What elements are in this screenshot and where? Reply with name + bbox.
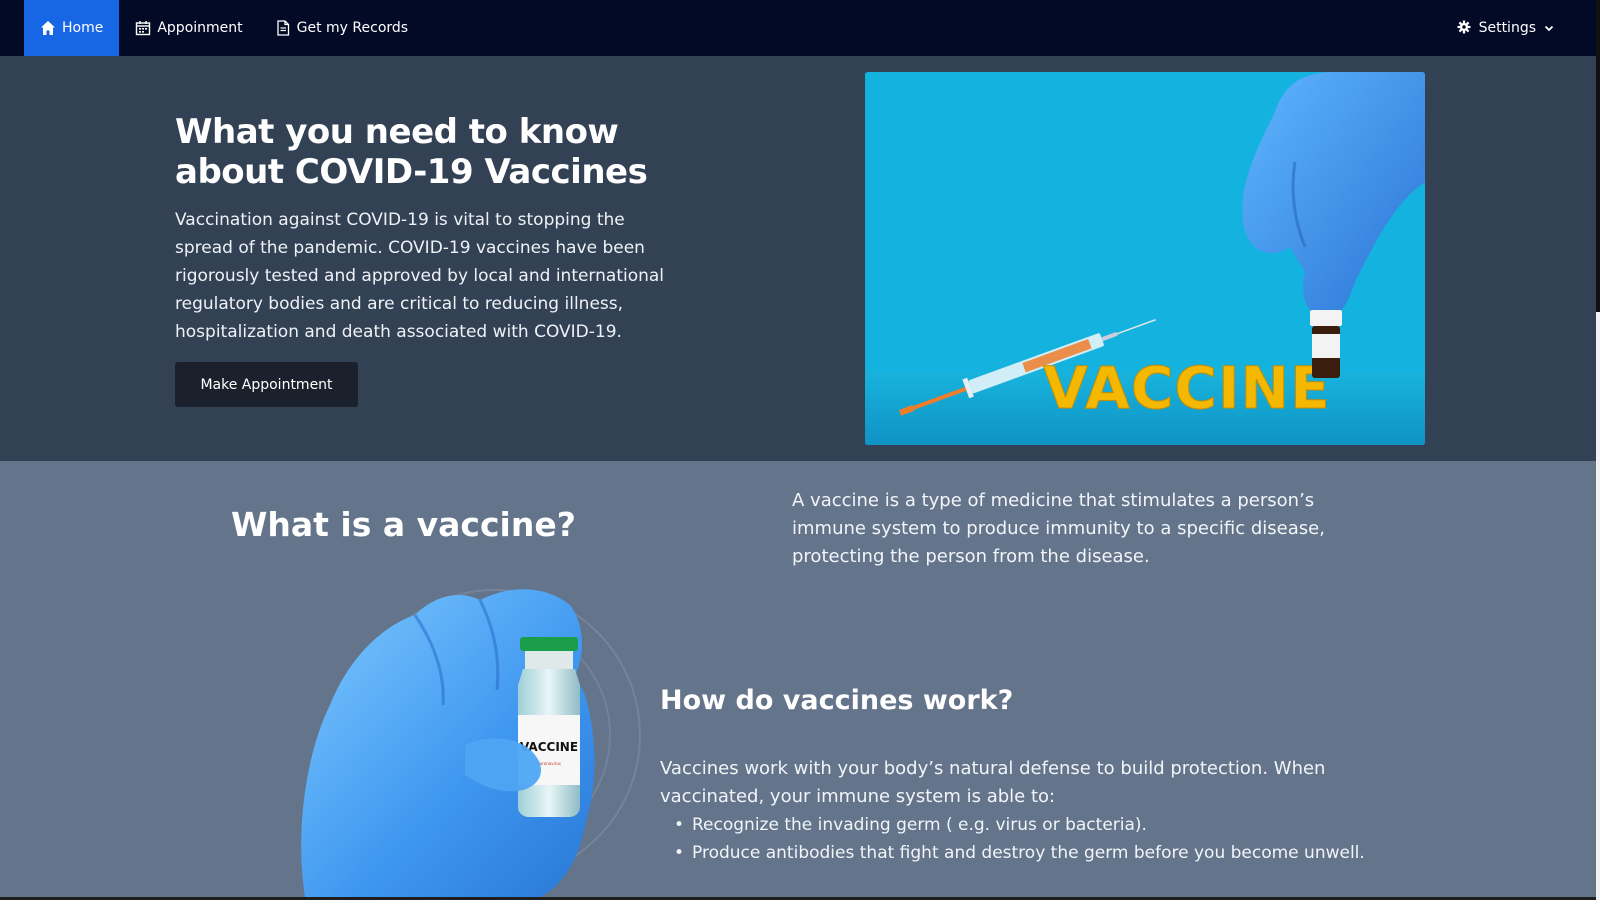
list-item: Recognize the invading germ ( e.g. virus… bbox=[660, 811, 1380, 839]
nav-appointment-label: Appoinment bbox=[157, 20, 243, 36]
home-icon bbox=[40, 20, 56, 36]
document-icon bbox=[275, 20, 291, 36]
vial-sublabel: Coronavirus bbox=[537, 761, 561, 766]
list-item: Produce antibodies that fight and destro… bbox=[660, 839, 1380, 867]
hero-section: What you need to know about COVID-19 Vac… bbox=[0, 56, 1596, 461]
what-is-vaccine-description: A vaccine is a type of medicine that sti… bbox=[792, 490, 1325, 567]
nav-home[interactable]: Home bbox=[24, 0, 120, 56]
nav-records-label: Get my Records bbox=[296, 20, 409, 36]
calendar-icon bbox=[135, 20, 151, 36]
how-vaccines-work-intro: Vaccines work with your body’s natural d… bbox=[660, 758, 1326, 807]
nav-home-label: Home bbox=[62, 20, 104, 36]
hand-holding-vial-image: VACCINE Coronavirus bbox=[285, 585, 645, 897]
top-navbar: Home Appoinment Get my Records Settings bbox=[0, 0, 1596, 56]
nav-settings-dropdown[interactable]: Settings bbox=[1441, 0, 1570, 56]
make-appointment-button[interactable]: Make Appointment bbox=[175, 362, 358, 407]
hero-description: Vaccination against COVID-19 is vital to… bbox=[175, 210, 665, 342]
vaccine-syringe-illustration: VACCINE bbox=[865, 72, 1425, 445]
how-vaccines-work-list: Recognize the invading germ ( e.g. virus… bbox=[660, 811, 1380, 867]
gear-icon bbox=[1457, 20, 1473, 36]
vaccine-hero-image: VACCINE bbox=[865, 72, 1425, 445]
how-vaccines-work-heading: How do vaccines work? bbox=[660, 685, 1014, 716]
vaccine-block-word: VACCINE bbox=[1043, 354, 1331, 422]
hero-title: What you need to know about COVID-19 Vac… bbox=[175, 112, 648, 192]
nav-records[interactable]: Get my Records bbox=[259, 0, 424, 56]
nav-settings-label: Settings bbox=[1478, 20, 1536, 36]
scrollbar-thumb[interactable] bbox=[1596, 0, 1600, 312]
nav-appointment[interactable]: Appoinment bbox=[119, 0, 258, 56]
chevron-down-icon bbox=[1544, 23, 1554, 33]
vaccine-info-section: What is a vaccine? A vaccine is a type o… bbox=[0, 461, 1596, 897]
what-is-vaccine-heading: What is a vaccine? bbox=[231, 505, 576, 544]
